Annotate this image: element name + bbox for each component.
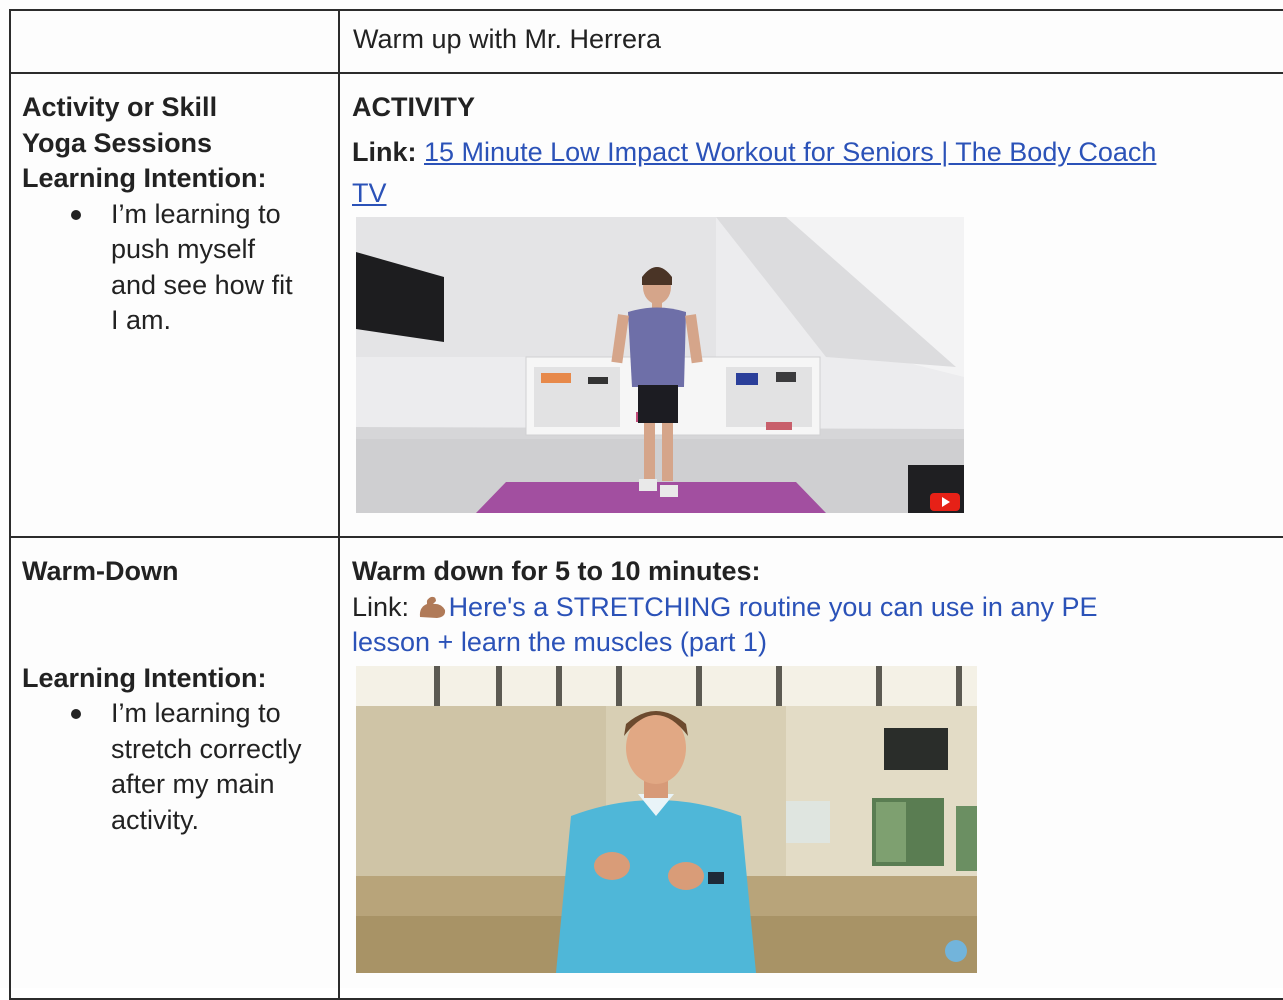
- warm-up-title: Warm up with Mr. Herrera: [353, 24, 662, 54]
- workout-video-link[interactable]: 15 Minute Low Impact Workout for Seniors…: [352, 137, 1156, 208]
- bullet-icon: [71, 709, 81, 719]
- header-left-cell: [9, 9, 340, 74]
- flexed-biceps-icon: [419, 596, 445, 618]
- lesson-plan-table: Warm up with Mr. Herrera Activity or Ski…: [9, 9, 1283, 1000]
- table-row-header: Warm up with Mr. Herrera: [9, 9, 1283, 74]
- activity-skill-label: Activity or Skill: [22, 92, 218, 122]
- activity-left-cell: Activity or Skill Yoga Sessions Learning…: [9, 72, 340, 538]
- table-row-warmdown: Warm-Down Learning Intention: I’m learni…: [9, 536, 1283, 1000]
- document-page: Warm up with Mr. Herrera Activity or Ski…: [0, 0, 1283, 1000]
- header-right-cell: Warm up with Mr. Herrera: [338, 9, 1283, 74]
- youtube-play-icon[interactable]: [930, 492, 960, 511]
- workout-scene-image: [356, 216, 964, 513]
- warmdown-link-label: Link:: [352, 591, 410, 622]
- warm-down-label: Warm-Down: [22, 556, 179, 586]
- warm-down-heading: Warm down for 5 to 10 minutes:: [352, 556, 761, 586]
- table-row-activity: Activity or Skill Yoga Sessions Learning…: [9, 72, 1283, 538]
- learning-intention-list: I’m learning to push myself and see how …: [22, 197, 338, 339]
- learning-intention-list: I’m learning to stretch correctly after …: [22, 696, 338, 838]
- activity-heading: ACTIVITY: [352, 92, 476, 122]
- yoga-sessions-label: Yoga Sessions: [22, 127, 213, 158]
- learning-intention-label: Learning Intention:: [22, 662, 267, 693]
- gym-scene-image: [356, 665, 977, 973]
- bullet-icon: [71, 209, 81, 220]
- stretching-video-link[interactable]: Here's a STRETCHING routine you can use …: [352, 592, 1098, 658]
- activity-link-label: Link:: [352, 136, 417, 167]
- learning-intention-item: I’m learning to stretch correctly after …: [71, 696, 338, 838]
- warmdown-right-cell: Warm down for 5 to 10 minutes: Link: Her…: [338, 536, 1283, 1000]
- learning-intention-item: I’m learning to push myself and see how …: [71, 197, 338, 339]
- warmdown-left-cell: Warm-Down Learning Intention: I’m learni…: [9, 536, 340, 1000]
- workout-video-thumbnail[interactable]: [356, 216, 964, 513]
- learning-intention-label: Learning Intention:: [22, 163, 267, 193]
- activity-right-cell: ACTIVITY Link: 15 Minute Low Impact Work…: [338, 72, 1283, 538]
- stretching-video-thumbnail[interactable]: [356, 665, 977, 973]
